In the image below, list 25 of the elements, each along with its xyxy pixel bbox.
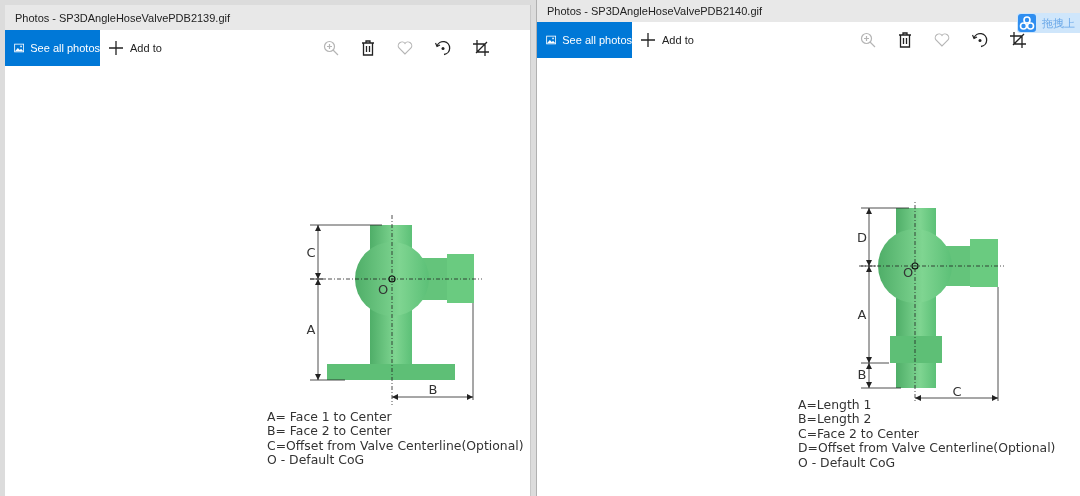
legend-text: O - Default CoG xyxy=(798,455,897,471)
window-title: Photos - SP3DAngleHoseValvePDB2140.gif xyxy=(547,5,763,17)
dimension-label: A xyxy=(306,322,316,337)
dimension-label: B xyxy=(428,382,438,397)
legend-text: B= Face 2 to Center xyxy=(267,424,393,439)
legend-text: A= Face 1 to Center xyxy=(267,410,393,425)
dimension-label: D xyxy=(857,230,867,245)
dimension-label: C xyxy=(952,384,962,399)
legend-text: B=Length 2 xyxy=(798,412,873,427)
see-all-photos-button[interactable]: See all photos xyxy=(537,22,632,58)
window-title: Photos - SP3DAngleHoseValvePDB2139.gif xyxy=(15,11,231,24)
legend-text: D=Offset from Valve Centerline(Optional) xyxy=(798,441,1057,456)
dimension-label: C xyxy=(306,245,316,260)
see-all-photos-button[interactable]: See all photos xyxy=(5,30,100,66)
dimension-label: O xyxy=(377,282,389,297)
add-to-button[interactable]: Add to xyxy=(641,33,694,47)
dimension-label: B xyxy=(857,367,867,382)
dimension-label: A xyxy=(857,307,867,322)
legend-text: C=Face 2 to Center xyxy=(798,426,920,442)
legend-text: O - Default CoG xyxy=(267,453,366,468)
upload-label: 拖拽上 xyxy=(1042,15,1075,31)
legend-text: A=Length 1 xyxy=(798,398,873,413)
dimension-label: O xyxy=(902,265,914,280)
legend-text: C=Offset from Valve Centerline(Optional) xyxy=(267,438,525,454)
add-to-button[interactable]: Add to xyxy=(109,41,162,55)
